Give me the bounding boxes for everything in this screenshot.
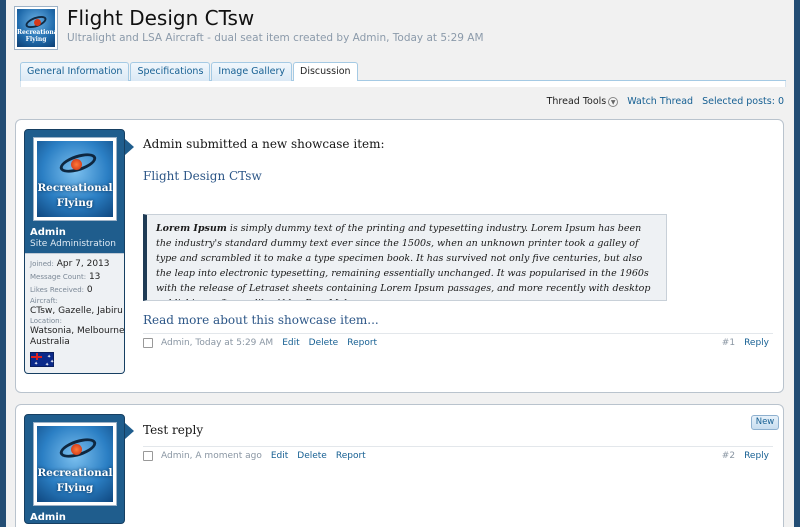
delete-link[interactable]: Delete: [309, 338, 339, 348]
quote-block: Lorem Ipsum is simply dummy text of the …: [143, 214, 667, 301]
post-intro-text: Admin submitted a new showcase item:: [143, 137, 385, 151]
page: Recreational Flying Flight Design CTsw U…: [6, 0, 794, 527]
user-title: Site Administration: [30, 239, 116, 249]
thread-tools-menu[interactable]: Thread Tools ▼: [547, 96, 619, 107]
tab-specifications[interactable]: Specifications: [130, 62, 211, 81]
page-title: Flight Design CTsw: [67, 6, 255, 30]
post-number[interactable]: #2: [722, 451, 735, 461]
post-author-date[interactable]: Admin, A moment ago: [161, 451, 262, 461]
joined-value: Apr 7, 2013: [56, 259, 110, 269]
location-value-line1[interactable]: Watsonia, Melbourne: [30, 326, 125, 337]
showcase-item-link[interactable]: Flight Design CTsw: [143, 169, 262, 183]
user-block-arrow: [125, 139, 134, 155]
edit-link[interactable]: Edit: [271, 451, 288, 461]
report-link[interactable]: Report: [347, 338, 377, 348]
page-subtitle: Ultralight and LSA Aircraft - dual seat …: [67, 32, 484, 44]
post-meta: Admin, Today at 5:29 AM Edit Delete Repo…: [143, 333, 773, 351]
post-meta: Admin, A moment ago Edit Delete Report #…: [143, 446, 773, 464]
user-block-arrow: [125, 423, 134, 439]
avatar[interactable]: Recreational Flying: [33, 422, 117, 506]
location-label: Location:: [30, 317, 62, 325]
tab-discussion[interactable]: Discussion: [293, 62, 358, 82]
delete-link[interactable]: Delete: [297, 451, 327, 461]
message-count-label: Message Count:: [30, 273, 87, 281]
post: Recreational Flying Admin New Test reply…: [15, 404, 784, 527]
likes-label: Likes Received:: [30, 286, 85, 294]
post-author-date[interactable]: Admin, Today at 5:29 AM: [161, 338, 273, 348]
user-info-block: Recreational Flying Admin Site Administr…: [24, 129, 125, 374]
tab-bar: General Information Specifications Image…: [20, 62, 786, 82]
post: Recreational Flying Admin Site Administr…: [15, 119, 784, 393]
aircraft-value: CTsw, Gazelle, Jabiru: [30, 306, 123, 316]
tab-general-information[interactable]: General Information: [20, 62, 130, 81]
reply-link[interactable]: Reply: [744, 338, 769, 348]
read-more-link[interactable]: Read more about this showcase item...: [143, 313, 379, 327]
tab-panel: [20, 81, 786, 87]
australia-flag-icon: ✦ ✦ ✦ ✦: [30, 352, 54, 368]
item-logo: Recreational Flying: [14, 6, 58, 50]
thread-tools-label: Thread Tools: [546, 96, 607, 107]
logo-text: Recreational Flying: [17, 29, 55, 43]
joined-label: Joined:: [30, 260, 54, 268]
chevron-down-icon: ▼: [608, 96, 619, 107]
avatar[interactable]: Recreational Flying: [33, 137, 117, 221]
thread-toolbar: Thread Tools ▼ Watch Thread Selected pos…: [547, 96, 784, 107]
post-message: Test reply: [143, 423, 204, 437]
edit-link[interactable]: Edit: [282, 338, 299, 348]
reply-link[interactable]: Reply: [744, 451, 769, 461]
aircraft-label: Aircraft:: [30, 297, 58, 305]
avatar-text: Recreational Flying: [37, 182, 113, 209]
user-info-block: Recreational Flying Admin: [24, 414, 125, 524]
username-link[interactable]: Admin: [30, 227, 124, 238]
location-value-line2[interactable]: Australia: [30, 337, 119, 348]
username-link[interactable]: Admin: [30, 512, 124, 523]
post-number[interactable]: #1: [722, 338, 735, 348]
tab-image-gallery[interactable]: Image Gallery: [211, 62, 293, 81]
quote-bold-text: Lorem Ipsum: [156, 223, 227, 234]
watch-thread-link[interactable]: Watch Thread: [627, 96, 693, 107]
report-link[interactable]: Report: [336, 451, 366, 461]
post-content: Admin submitted a new showcase item: Fli…: [143, 120, 773, 392]
post-content: Test reply Admin, A moment ago Edit Dele…: [143, 405, 773, 527]
quote-text: is simply dummy text of the printing and…: [156, 223, 651, 300]
user-stats: Joined: Apr 7, 2013 Message Count: 13 Li…: [25, 253, 125, 373]
selected-posts-link[interactable]: Selected posts: 0: [702, 96, 784, 107]
page-header: Recreational Flying Flight Design CTsw U…: [6, 0, 794, 62]
select-post-checkbox[interactable]: [143, 450, 153, 461]
select-post-checkbox[interactable]: [143, 337, 153, 348]
message-count-value[interactable]: 13: [89, 272, 100, 282]
likes-value: 0: [86, 285, 93, 295]
avatar-text: Recreational Flying: [37, 467, 113, 494]
